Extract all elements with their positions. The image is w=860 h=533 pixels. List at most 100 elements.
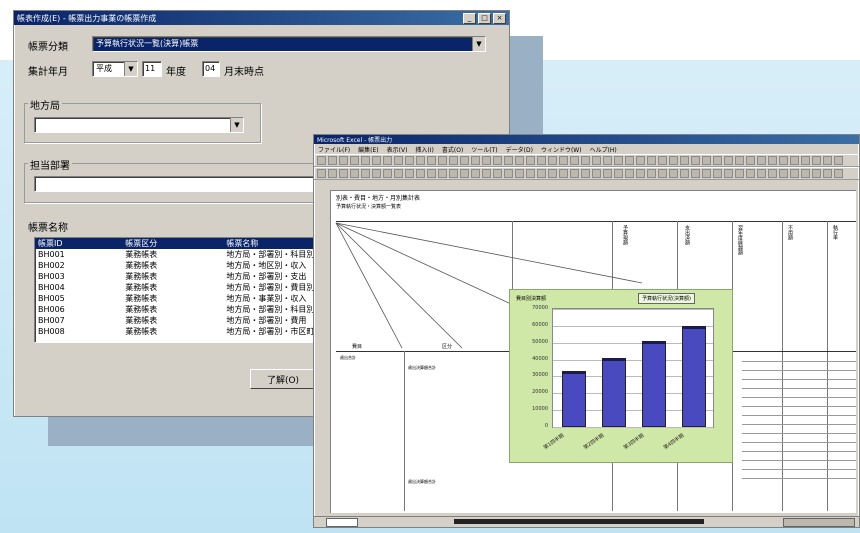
toolbar-button[interactable] xyxy=(691,156,700,165)
toolbar-button[interactable] xyxy=(350,169,359,178)
toolbar-button[interactable] xyxy=(702,156,711,165)
toolbar-button[interactable] xyxy=(482,169,491,178)
toolbar-button[interactable] xyxy=(779,156,788,165)
chevron-down-icon[interactable]: ▼ xyxy=(124,62,137,76)
close-button[interactable]: × xyxy=(493,12,506,24)
toolbar-button[interactable] xyxy=(526,169,535,178)
toolbar-button[interactable] xyxy=(680,156,689,165)
toolbar-button[interactable] xyxy=(394,156,403,165)
menu-item[interactable]: ツール(T) xyxy=(471,145,497,154)
toolbar-button[interactable] xyxy=(339,156,348,165)
toolbar-button[interactable] xyxy=(603,169,612,178)
toolbar-button[interactable] xyxy=(515,156,524,165)
toolbar-button[interactable] xyxy=(658,156,667,165)
toolbar-button[interactable] xyxy=(350,156,359,165)
toolbar-button[interactable] xyxy=(702,169,711,178)
toolbar-button[interactable] xyxy=(812,169,821,178)
toolbar-button[interactable] xyxy=(757,169,766,178)
toolbar-button[interactable] xyxy=(680,169,689,178)
toolbar-button[interactable] xyxy=(735,156,744,165)
toolbar-button[interactable] xyxy=(328,156,337,165)
toolbar-button[interactable] xyxy=(427,156,436,165)
toolbar-button[interactable] xyxy=(636,156,645,165)
month-input[interactable]: 04 xyxy=(202,61,220,77)
toolbar-button[interactable] xyxy=(405,169,414,178)
menu-item[interactable]: ウィンドウ(W) xyxy=(541,145,582,154)
toolbar-button[interactable] xyxy=(834,169,843,178)
menu-item[interactable]: データ(D) xyxy=(506,145,533,154)
toolbar-button[interactable] xyxy=(790,169,799,178)
toolbar-button[interactable] xyxy=(548,156,557,165)
toolbar-button[interactable] xyxy=(801,156,810,165)
toolbar-button[interactable] xyxy=(823,169,832,178)
toolbar-button[interactable] xyxy=(394,169,403,178)
toolbar-button[interactable] xyxy=(372,169,381,178)
toolbar-button[interactable] xyxy=(768,169,777,178)
toolbar-button[interactable] xyxy=(779,169,788,178)
toolbar-button[interactable] xyxy=(746,156,755,165)
toolbar-button[interactable] xyxy=(548,169,557,178)
era-select[interactable]: 平成 ▼ xyxy=(92,61,138,77)
menu-item[interactable]: ヘルプ(H) xyxy=(590,145,617,154)
toolbar-button[interactable] xyxy=(669,169,678,178)
toolbar-button[interactable] xyxy=(504,169,513,178)
chart-object[interactable]: 費目別決算額 予算執行状況(決算額) 70000 60000 50000 40000 3… xyxy=(509,289,733,463)
form-type-select[interactable]: 予算執行状況一覧(決算)帳票 ▼ xyxy=(92,36,486,52)
toolbar-button[interactable] xyxy=(757,156,766,165)
toolbar-button[interactable] xyxy=(823,156,832,165)
toolbar-button[interactable] xyxy=(647,156,656,165)
toolbar-button[interactable] xyxy=(416,156,425,165)
toolbar-button[interactable] xyxy=(614,156,623,165)
toolbar-button[interactable] xyxy=(416,169,425,178)
toolbar-button[interactable] xyxy=(537,156,546,165)
toolbar-button[interactable] xyxy=(614,169,623,178)
toolbar-button[interactable] xyxy=(746,169,755,178)
toolbar-button[interactable] xyxy=(328,169,337,178)
toolbar-button[interactable] xyxy=(460,169,469,178)
toolbar-button[interactable] xyxy=(603,156,612,165)
year-input[interactable]: 11 xyxy=(142,61,162,77)
toolbar-button[interactable] xyxy=(427,169,436,178)
toolbar-button[interactable] xyxy=(801,169,810,178)
toolbar-button[interactable] xyxy=(383,156,392,165)
horizontal-scrollbar[interactable] xyxy=(454,519,704,524)
toolbar-button[interactable] xyxy=(724,156,733,165)
toolbar-button[interactable] xyxy=(669,156,678,165)
toolbar-button[interactable] xyxy=(592,169,601,178)
toolbar-button[interactable] xyxy=(460,156,469,165)
chevron-down-icon[interactable]: ▼ xyxy=(230,118,243,132)
menu-item[interactable]: 編集(E) xyxy=(358,145,378,154)
sheet-tab[interactable] xyxy=(326,518,358,527)
toolbar-button[interactable] xyxy=(724,169,733,178)
toolbar-button[interactable] xyxy=(570,156,579,165)
toolbar-button[interactable] xyxy=(339,169,348,178)
ok-button[interactable]: 了解(O) xyxy=(250,369,316,389)
toolbar-button[interactable] xyxy=(504,156,513,165)
menu-item[interactable]: 書式(O) xyxy=(442,145,463,154)
toolbar-button[interactable] xyxy=(438,169,447,178)
toolbar-button[interactable] xyxy=(625,169,634,178)
toolbar-button[interactable] xyxy=(482,156,491,165)
toolbar-button[interactable] xyxy=(372,156,381,165)
toolbar-button[interactable] xyxy=(658,169,667,178)
maximize-button[interactable]: □ xyxy=(478,12,491,24)
toolbar-button[interactable] xyxy=(581,169,590,178)
toolbar-button[interactable] xyxy=(493,156,502,165)
menu-item[interactable]: 挿入(I) xyxy=(415,145,433,154)
menu-item[interactable]: 表示(V) xyxy=(387,145,408,154)
toolbar-button[interactable] xyxy=(581,156,590,165)
toolbar-button[interactable] xyxy=(383,169,392,178)
toolbar-button[interactable] xyxy=(449,169,458,178)
toolbar-button[interactable] xyxy=(361,169,370,178)
toolbar-button[interactable] xyxy=(317,156,326,165)
toolbar-button[interactable] xyxy=(515,169,524,178)
toolbar-button[interactable] xyxy=(361,156,370,165)
toolbar-button[interactable] xyxy=(526,156,535,165)
chevron-down-icon[interactable]: ▼ xyxy=(472,37,485,51)
toolbar-button[interactable] xyxy=(592,156,601,165)
toolbar-button[interactable] xyxy=(636,169,645,178)
toolbar-button[interactable] xyxy=(438,156,447,165)
toolbar-button[interactable] xyxy=(559,169,568,178)
toolbar-button[interactable] xyxy=(647,169,656,178)
toolbar-button[interactable] xyxy=(768,156,777,165)
